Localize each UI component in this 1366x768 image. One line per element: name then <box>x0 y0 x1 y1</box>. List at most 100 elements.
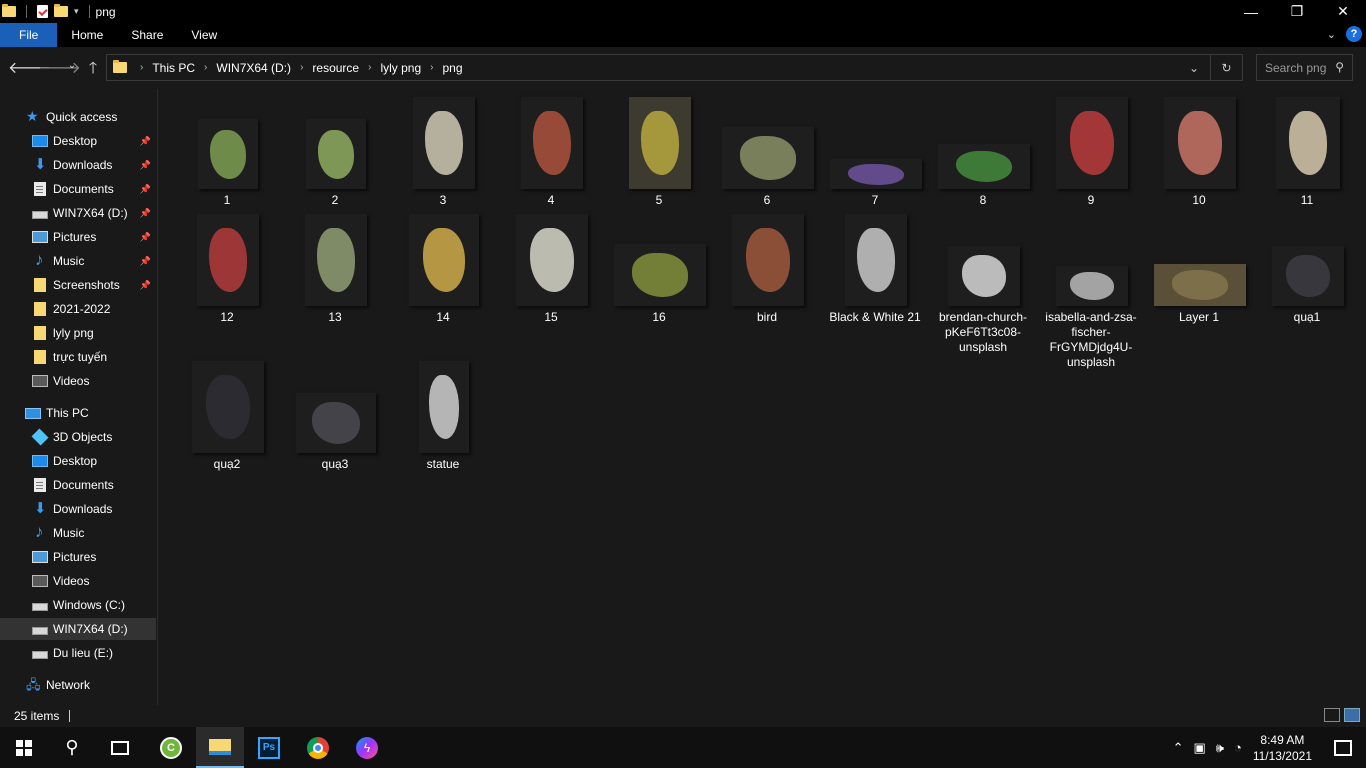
nav-network[interactable]: Network <box>0 674 156 698</box>
tab-home[interactable]: Home <box>57 23 117 47</box>
nav-item-videos[interactable]: Videos <box>0 370 156 392</box>
chevron-up-icon[interactable]: ⌃ <box>1173 740 1184 756</box>
nav-item-screenshots[interactable]: Screenshots 📌 <box>0 274 156 296</box>
search-input[interactable]: Search png ⚲ <box>1256 54 1353 81</box>
restore-button[interactable]: ❐ <box>1274 0 1320 23</box>
file-item[interactable]: 7 <box>820 89 922 207</box>
file-thumbnail <box>938 97 1030 189</box>
wifi-icon[interactable]: ◔ <box>1234 740 1242 755</box>
file-item[interactable]: isabella-and-zsa-fischer-FrGYMDjdg4U-uns… <box>1036 206 1137 369</box>
file-name: quạ3 <box>321 457 349 471</box>
refresh-icon[interactable]: ↻ <box>1210 55 1242 80</box>
tab-view[interactable]: View <box>177 23 231 47</box>
nav-item-pictures[interactable]: Pictures 📌 <box>0 226 156 248</box>
breadcrumb-this-pc[interactable]: This PC <box>152 61 195 75</box>
address-bar[interactable]: › This PC › WIN7X64 (D:) › resource › ly… <box>106 54 1243 81</box>
nav-item-downloads[interactable]: Downloads📌 <box>0 154 156 176</box>
recent-locations-icon[interactable]: ⌄ <box>62 60 82 71</box>
file-item[interactable]: 9 <box>1036 89 1136 207</box>
file-thumbnail <box>722 214 814 306</box>
nav-item-pc-videos[interactable]: Videos <box>0 570 156 592</box>
window-title: png <box>95 4 116 19</box>
file-item[interactable]: quạ1 <box>1252 206 1354 324</box>
taskbar-app-coccoc[interactable]: C <box>147 727 195 768</box>
nav-item-lyly-png[interactable]: lyly png <box>0 322 156 344</box>
nav-item-win7x64-d[interactable]: WIN7X64 (D:) <box>0 618 156 640</box>
file-item[interactable]: 4 <box>496 89 596 207</box>
search-button[interactable]: ⚲ <box>48 727 96 768</box>
nav-item-windows-c[interactable]: Windows (C:) <box>0 594 156 616</box>
file-item[interactable]: statue <box>388 353 488 471</box>
nav-item-documents[interactable]: Documents 📌 <box>0 178 156 200</box>
nav-this-pc[interactable]: This PC <box>0 402 156 424</box>
large-icons-view-button[interactable] <box>1344 708 1360 722</box>
meet-now-icon[interactable]: ▣ <box>1193 740 1205 756</box>
file-item[interactable]: 12 <box>172 206 272 324</box>
start-button[interactable] <box>0 727 48 768</box>
file-thumbnail <box>1262 214 1354 306</box>
task-view-button[interactable] <box>96 727 144 768</box>
file-item[interactable]: 6 <box>712 89 814 207</box>
file-item[interactable]: 13 <box>280 206 380 324</box>
taskbar-app-chrome[interactable] <box>294 727 342 768</box>
file-item[interactable]: quạ2 <box>172 353 272 471</box>
new-folder-icon[interactable] <box>54 4 68 17</box>
file-thumbnail <box>1154 214 1246 306</box>
file-item[interactable]: Layer 1 <box>1144 206 1246 324</box>
back-icon[interactable]: 🡐 <box>8 57 51 78</box>
file-name: quạ2 <box>213 457 241 471</box>
file-item[interactable]: 15 <box>496 206 596 324</box>
taskbar-app-explorer[interactable] <box>196 727 244 768</box>
breadcrumb-png[interactable]: png <box>442 61 462 75</box>
address-dropdown-icon[interactable]: ⌄ <box>1178 55 1210 80</box>
nav-quick-access[interactable]: Quick access <box>0 106 156 128</box>
taskbar-app-photoshop[interactable]: Ps <box>245 727 293 768</box>
file-item[interactable]: 1 <box>172 89 272 207</box>
search-icon: ⚲ <box>65 737 79 757</box>
file-item[interactable]: 16 <box>604 206 706 324</box>
nav-item-2021-2022[interactable]: 2021-2022 <box>0 298 156 320</box>
tab-file[interactable]: File <box>0 23 58 47</box>
nav-item-truc-tuyen[interactable]: trực tuyến <box>0 346 156 368</box>
drive-icon <box>32 603 48 611</box>
notification-icon[interactable] <box>1334 739 1352 756</box>
nav-item-music[interactable]: Music📌 <box>0 250 156 272</box>
file-item[interactable]: 5 <box>604 89 704 207</box>
properties-icon[interactable] <box>37 5 48 18</box>
file-item[interactable]: 3 <box>388 89 488 207</box>
clock[interactable]: 8:49 AM 11/13/2021 <box>1253 732 1312 764</box>
breadcrumb-lyly-png[interactable]: lyly png <box>380 61 421 75</box>
close-button[interactable]: ✕ <box>1320 0 1366 23</box>
customize-toolbar-icon[interactable]: ▾ <box>74 6 79 17</box>
file-item[interactable]: quạ3 <box>280 353 380 471</box>
file-item[interactable]: 14 <box>388 206 488 324</box>
nav-item-pc-downloads[interactable]: Downloads <box>0 498 156 520</box>
drive-icon <box>32 627 48 635</box>
file-item[interactable]: 2 <box>280 89 380 207</box>
file-item[interactable]: Black & White 21 <box>820 206 921 324</box>
expand-ribbon-icon[interactable]: ⌄ <box>1327 28 1336 41</box>
minimize-button[interactable]: — <box>1228 0 1274 23</box>
forward-icon[interactable]: 🡒 <box>38 57 81 78</box>
up-icon[interactable]: 🡑 <box>83 57 103 84</box>
file-item[interactable]: 8 <box>928 89 1030 207</box>
details-view-button[interactable] <box>1324 708 1340 722</box>
file-item[interactable]: brendan-church-pKeF6Tt3c08-unsplash <box>928 206 1028 354</box>
breadcrumb-resource[interactable]: resource <box>312 61 359 75</box>
nav-item-3d-objects[interactable]: 3D Objects <box>0 426 156 448</box>
tab-share[interactable]: Share <box>117 23 177 47</box>
nav-item-pc-pictures[interactable]: Pictures <box>0 546 156 568</box>
nav-item-pc-desktop[interactable]: Desktop <box>0 450 156 472</box>
breadcrumb-drive[interactable]: WIN7X64 (D:) <box>216 61 291 75</box>
nav-item-pc-documents[interactable]: Documents <box>0 474 156 496</box>
file-item[interactable]: bird <box>712 206 814 324</box>
nav-item-win7x64[interactable]: WIN7X64 (D:) 📌 <box>0 202 156 224</box>
file-item[interactable]: 10 <box>1144 89 1244 207</box>
file-item[interactable]: 11 <box>1252 89 1352 207</box>
nav-item-du-lieu-e[interactable]: Du lieu (E:) <box>0 642 156 664</box>
help-icon[interactable]: ? <box>1346 26 1362 42</box>
nav-item-desktop[interactable]: Desktop 📌 <box>0 130 156 152</box>
nav-item-pc-music[interactable]: Music <box>0 522 156 544</box>
taskbar-app-messenger[interactable]: ϟ <box>343 727 391 768</box>
volume-icon[interactable]: 🕪 <box>1216 740 1224 756</box>
